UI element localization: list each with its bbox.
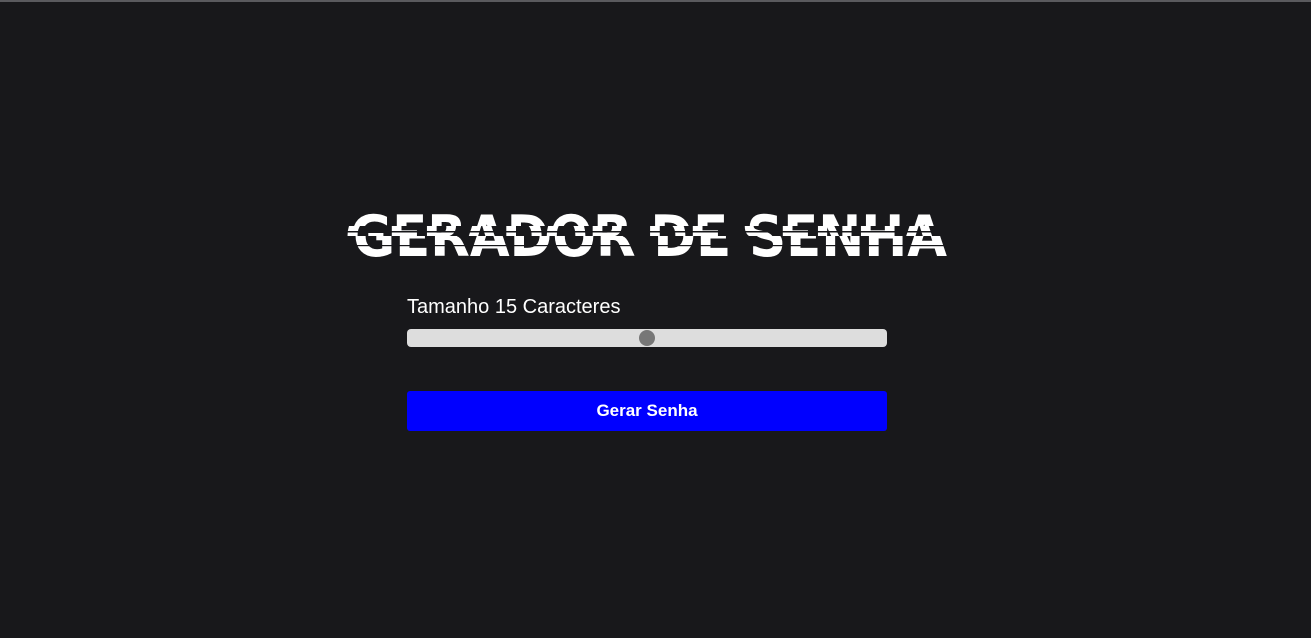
generate-password-button[interactable]: Gerar Senha bbox=[407, 391, 887, 431]
length-label: Tamanho 15 Caracteres bbox=[407, 296, 621, 318]
length-slider[interactable] bbox=[407, 329, 887, 347]
window-top-border bbox=[0, 0, 1311, 2]
slider-thumb[interactable] bbox=[639, 330, 655, 346]
page-title-logo: GERADOR DE SENHA GERADOR DE SENHA GERADO… bbox=[346, 198, 948, 268]
logo-graphic: GERADOR DE SENHA GERADOR DE SENHA GERADO… bbox=[346, 204, 948, 268]
